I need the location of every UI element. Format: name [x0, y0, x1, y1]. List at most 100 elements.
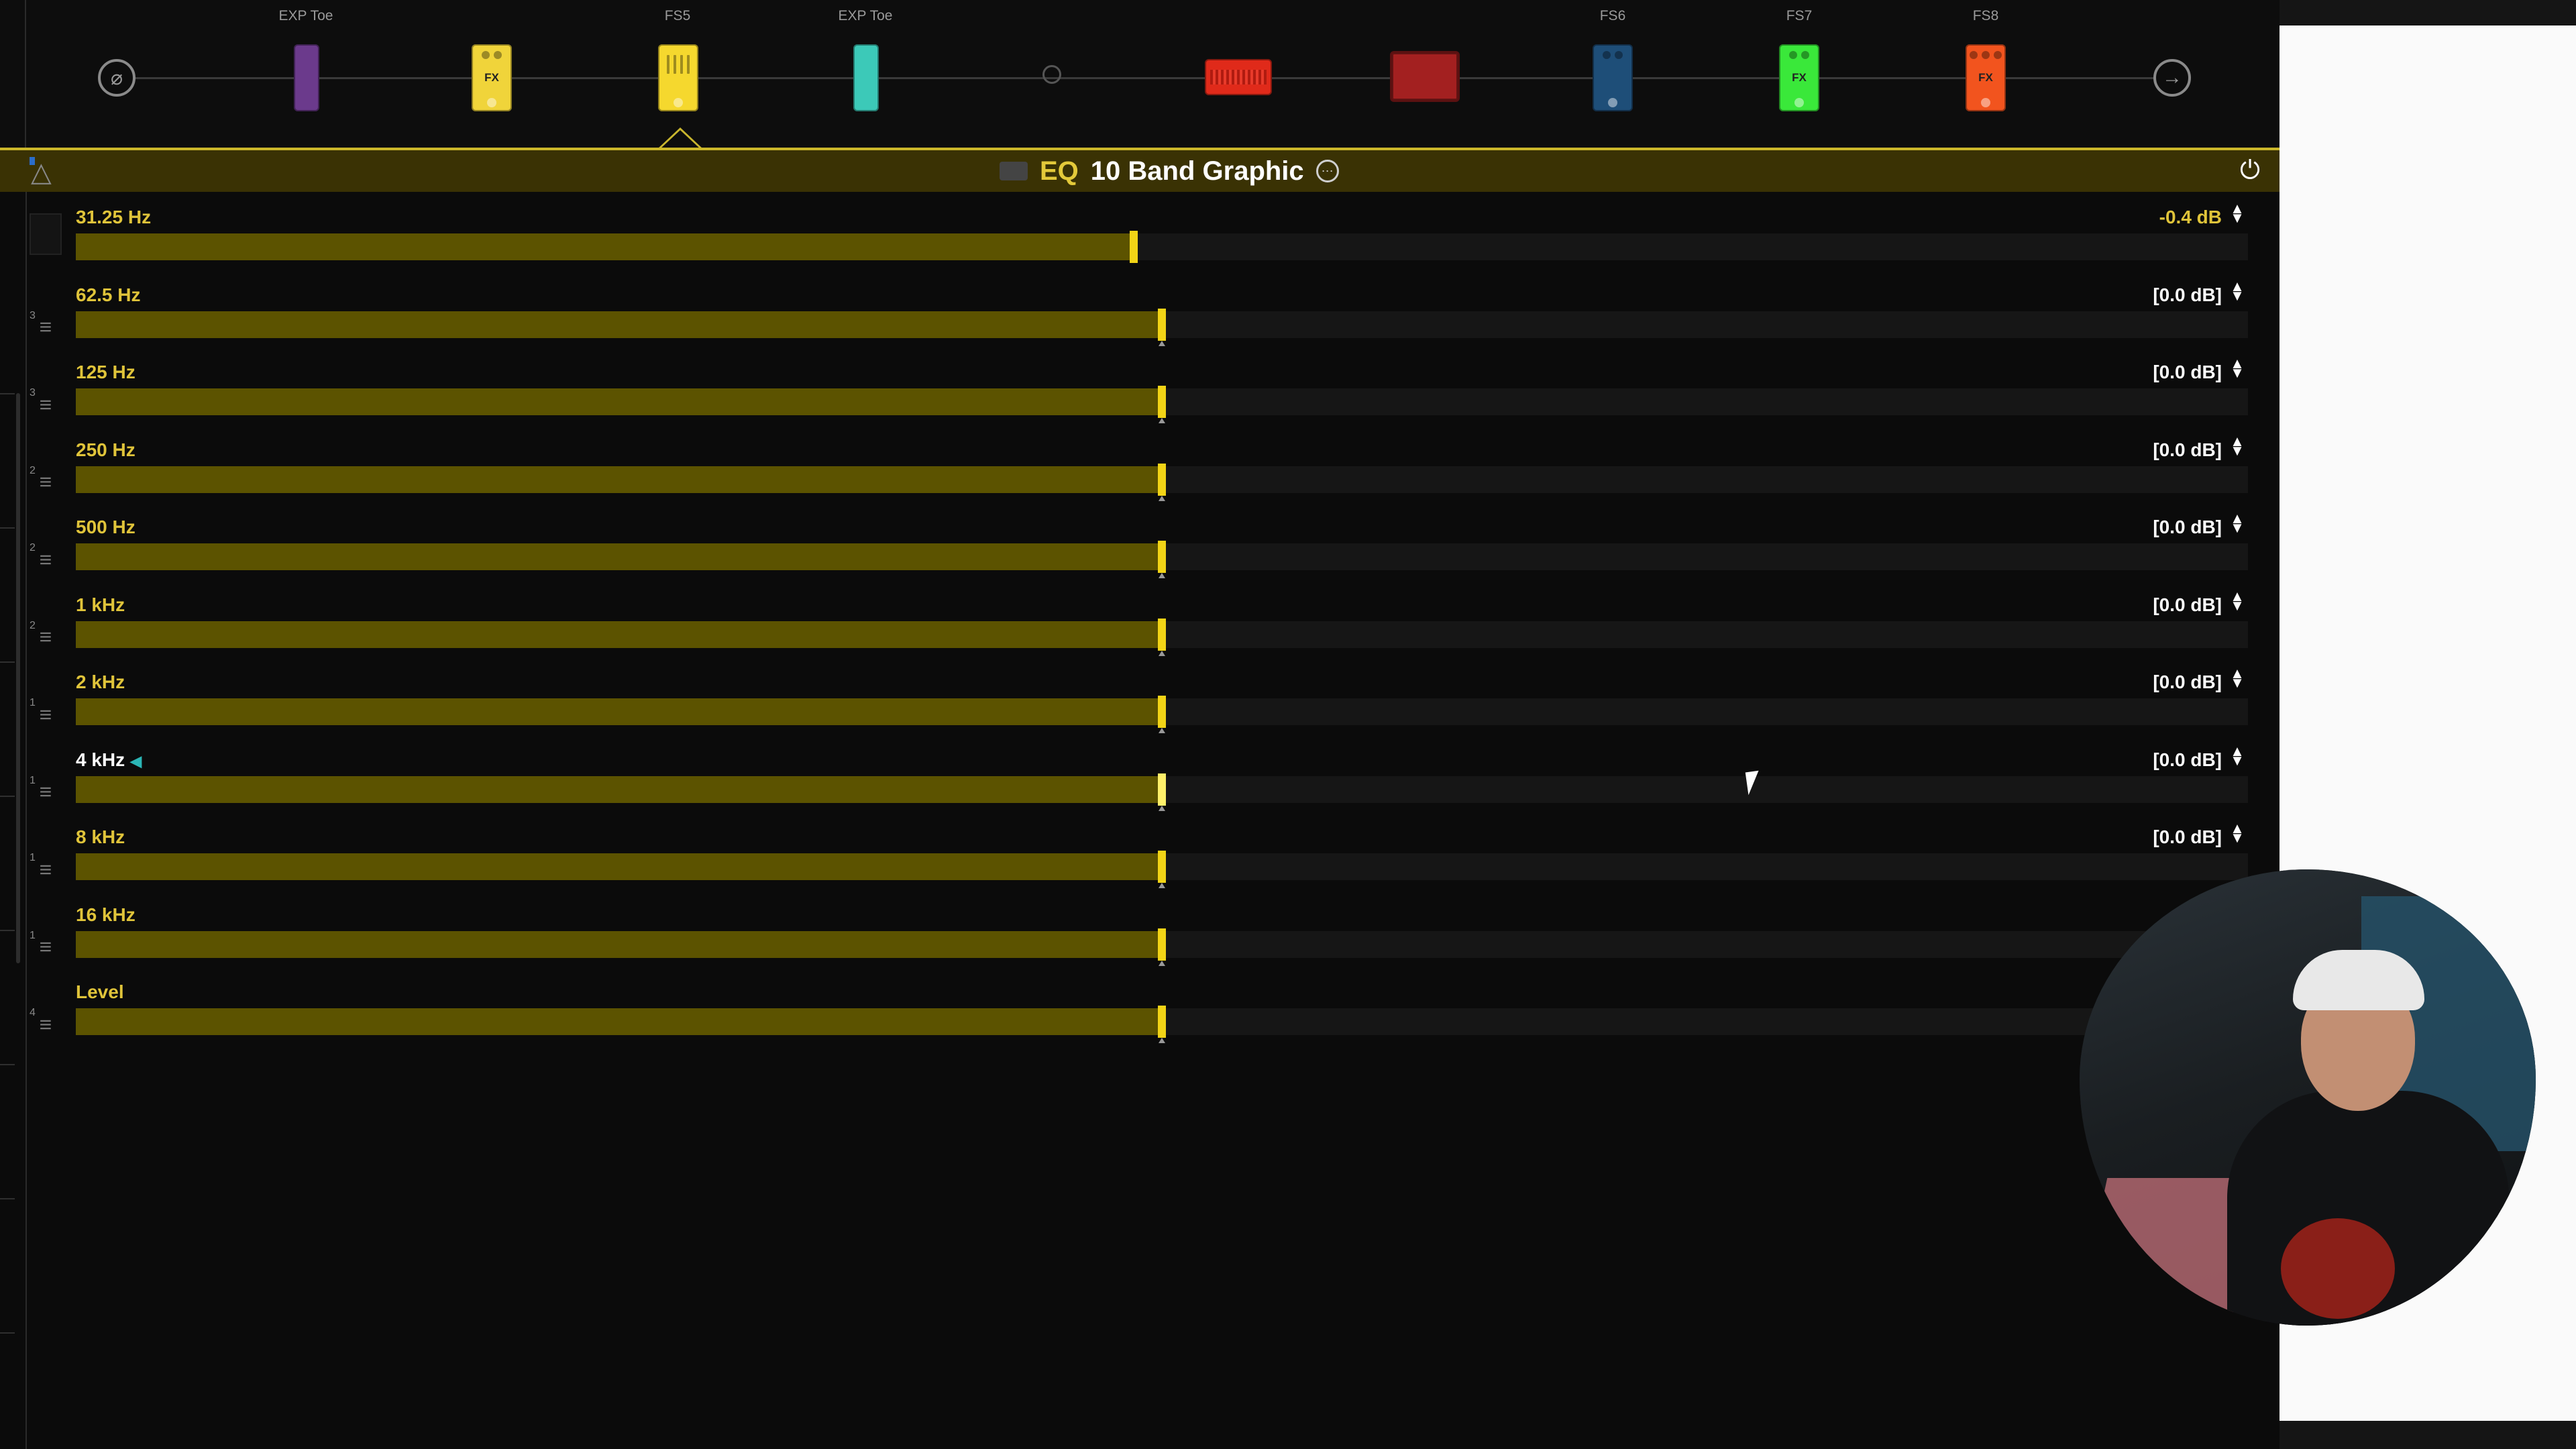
pedal-footswitch [1608, 98, 1617, 107]
param-slider[interactable] [76, 541, 2248, 578]
webcam-guitar [2281, 1218, 2395, 1319]
footswitch-assign-icon[interactable]: ≡ [32, 701, 59, 728]
more-options-icon[interactable]: ⋯ [1316, 160, 1339, 182]
fs-label-fs6: FS6 [1599, 8, 1626, 23]
param-value[interactable]: [0.0 dB] [2153, 826, 2222, 848]
handle-default-marker [1159, 418, 1165, 423]
slider-handle[interactable] [1158, 541, 1166, 578]
output-arrow-icon[interactable]: → [2153, 59, 2191, 97]
block-yellow-fx[interactable]: FX [472, 44, 512, 111]
value-stepper-icon[interactable]: ▲ ▼ [2230, 666, 2245, 690]
value-stepper-icon[interactable]: ▲ ▼ [2230, 588, 2245, 612]
slider-handle[interactable] [1158, 928, 1166, 966]
param-slider[interactable] [76, 773, 2248, 811]
value-stepper-icon[interactable]: ▲ ▼ [2230, 821, 2245, 845]
param-value[interactable]: [0.0 dB] [2153, 517, 2222, 538]
param-label: 500 Hz [76, 517, 136, 538]
assign-count: 1 [30, 929, 36, 941]
param-value[interactable]: [0.0 dB] [2153, 672, 2222, 693]
param-label-text: 4 kHz [76, 749, 125, 770]
signal-chain: EXP Toe FS5 EXP Toe FS6 FS7 FS8 ⌀ FX FX … [0, 0, 2279, 149]
footswitch-assign-icon[interactable]: ≡ [32, 856, 59, 883]
block-amp[interactable] [1205, 59, 1272, 95]
logo-icon: △ [31, 158, 52, 187]
param-slider[interactable] [76, 386, 2248, 423]
assign-count: 1 [30, 852, 36, 863]
param-label-text: Level [76, 981, 124, 1002]
param-row: ≡ 3 125 Hz [0.0 dB] ▲ ▼ [0, 356, 2279, 433]
param-value[interactable]: [0.0 dB] [2153, 749, 2222, 771]
param-label-text: 250 Hz [76, 439, 136, 460]
slider-handle[interactable] [1158, 386, 1166, 423]
param-row: ≡ 1 8 kHz [0.0 dB] ▲ ▼ [0, 821, 2279, 898]
block-cab[interactable] [1390, 51, 1460, 102]
value-stepper-icon[interactable]: ▲ ▼ [2230, 433, 2245, 458]
param-value[interactable]: -0.4 dB [2159, 207, 2222, 228]
slider-handle[interactable] [1158, 773, 1166, 811]
value-stepper-icon[interactable]: ▲ ▼ [2230, 511, 2245, 535]
slider-fill [76, 775, 1162, 803]
block-blue-fx[interactable] [1593, 44, 1633, 111]
block-teal-volume[interactable] [853, 44, 879, 111]
param-slider[interactable] [76, 231, 2248, 263]
param-label: 31.25 Hz [76, 207, 151, 228]
value-stepper-icon[interactable]: ▲ ▼ [2230, 356, 2245, 380]
param-value[interactable]: [0.0 dB] [2153, 594, 2222, 616]
slider-handle[interactable] [1158, 308, 1166, 346]
footswitch-assign-icon[interactable]: ≡ [32, 469, 59, 496]
split-icon[interactable] [1038, 58, 1065, 91]
footswitch-assign-icon[interactable]: ≡ [32, 391, 59, 418]
param-slider[interactable] [76, 851, 2248, 888]
param-label-text: 500 Hz [76, 517, 136, 537]
fs-label-exp-toe-2: EXP Toe [838, 8, 893, 23]
assign-count: 3 [30, 309, 36, 321]
footswitch-assign-icon[interactable]: ≡ [32, 934, 59, 961]
value-stepper-icon[interactable]: ▲ ▼ [2230, 278, 2245, 303]
handle-default-marker [1159, 1038, 1165, 1043]
param-slider[interactable] [76, 928, 2248, 966]
block-green-fx[interactable]: FX [1779, 44, 1819, 111]
param-label-text: 8 kHz [76, 826, 125, 847]
slider-handle[interactable] [1129, 231, 1138, 263]
param-value[interactable]: [0.0 dB] [2153, 362, 2222, 383]
value-stepper-icon[interactable]: ▲ ▼ [2230, 743, 2245, 767]
fx-badge: FX [484, 71, 499, 84]
power-icon[interactable]: ⏻ [2237, 156, 2263, 184]
slider-fill [76, 388, 1162, 415]
input-block-icon[interactable]: ⌀ [98, 59, 136, 97]
pedal-footswitch [1981, 98, 1990, 107]
param-slider[interactable] [76, 463, 2248, 501]
param-value[interactable]: [0.0 dB] [2153, 284, 2222, 306]
param-slider[interactable] [76, 1006, 2248, 1043]
value-stepper-icon[interactable]: ▲ ▼ [2230, 201, 2245, 225]
footswitch-assign-icon[interactable]: ≡ [32, 624, 59, 651]
assign-count: 1 [30, 697, 36, 708]
block-wah[interactable] [294, 44, 319, 111]
pedal-knobs [472, 51, 512, 59]
slider-handle[interactable] [1158, 463, 1166, 501]
param-row: 31.25 Hz -0.4 dB ▲ ▼ [0, 201, 2279, 278]
footswitch-assign-icon[interactable]: ≡ [32, 314, 59, 341]
param-row: ≡ 2 1 kHz [0.0 dB] ▲ ▼ [0, 588, 2279, 666]
slider-handle[interactable] [1158, 696, 1166, 733]
fx-badge: FX [1978, 71, 1993, 84]
footswitch-assign-icon[interactable] [30, 213, 62, 255]
param-label: Level [76, 981, 124, 1003]
assign-count: 2 [30, 619, 36, 631]
slider-handle[interactable] [1158, 618, 1166, 656]
footswitch-assign-icon[interactable]: ≡ [32, 546, 59, 573]
param-slider[interactable] [76, 618, 2248, 656]
pedal-knobs [1593, 51, 1633, 59]
footswitch-assign-icon[interactable]: ≡ [32, 1011, 59, 1038]
model-name[interactable]: 10 Band Graphic [1091, 156, 1304, 186]
slider-handle[interactable] [1158, 851, 1166, 888]
footswitch-assign-icon[interactable]: ≡ [32, 779, 59, 806]
param-label: 2 kHz [76, 672, 125, 693]
param-value[interactable]: [0.0 dB] [2153, 439, 2222, 461]
param-slider[interactable] [76, 308, 2248, 346]
block-orange-fx[interactable]: FX [1966, 44, 2006, 111]
slider-fill [76, 311, 1162, 338]
slider-handle[interactable] [1158, 1006, 1166, 1043]
param-slider[interactable] [76, 696, 2248, 733]
block-eq-selected[interactable] [658, 44, 698, 111]
